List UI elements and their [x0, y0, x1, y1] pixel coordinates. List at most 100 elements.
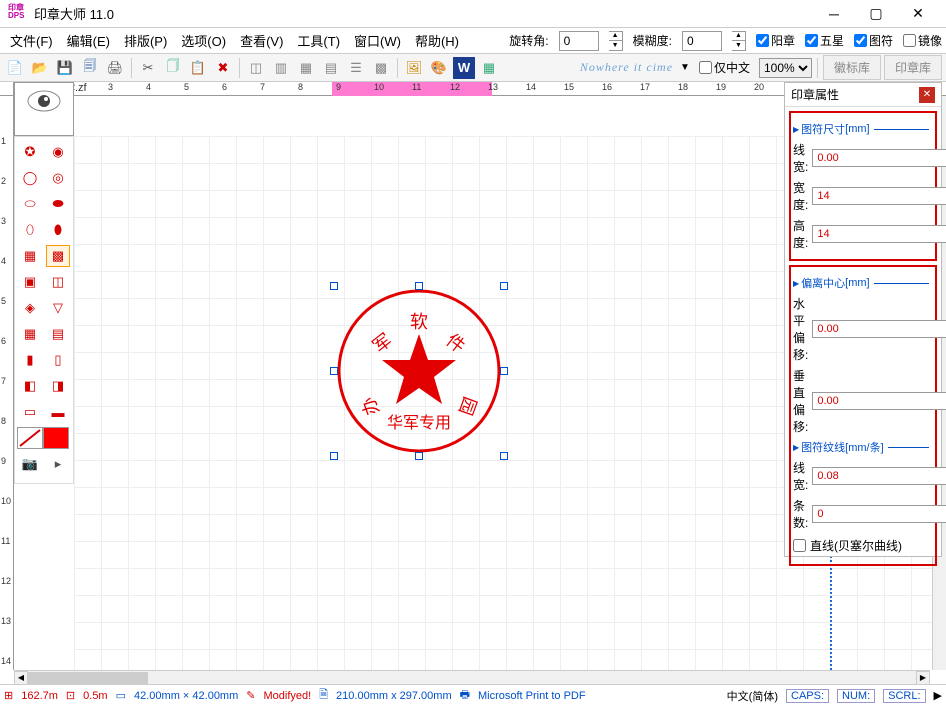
menu-edit[interactable]: 编辑(E) — [61, 27, 116, 54]
handle-tc[interactable] — [415, 282, 423, 290]
tool-half2[interactable]: ▬ — [46, 401, 70, 423]
save-icon[interactable]: 💾 — [54, 57, 76, 79]
blur-spinner[interactable]: ▲▼ — [732, 31, 746, 51]
voffset-input[interactable] — [812, 392, 946, 410]
left-toolbox: ✪◉ ◯◎ ⬭⬬ ⬯⬮ ▦▩ ▣◫ ◈▽ ▦▤ ▮▯ ◧◨ ▭▬ 📷▸ — [14, 136, 74, 484]
shape4-icon[interactable]: ▤ — [320, 57, 342, 79]
tool-oval1[interactable]: ⬯ — [18, 219, 42, 241]
tool-more[interactable]: ▸ — [46, 453, 70, 475]
tool-sq2[interactable]: ◨ — [46, 375, 70, 397]
tool-rect1[interactable]: ▣ — [18, 271, 42, 293]
seal-lib-button[interactable]: 印章库 — [884, 55, 942, 80]
height-input[interactable] — [812, 225, 946, 243]
width-input[interactable] — [812, 187, 946, 205]
tool-star[interactable]: ✪ — [18, 141, 42, 163]
handle-bc[interactable] — [415, 452, 423, 460]
opt-mirror[interactable]: 镜像 — [903, 32, 942, 49]
rotate-input[interactable] — [559, 31, 599, 51]
seal-object[interactable]: 军 软 件 园 办 华军专用 — [334, 286, 504, 456]
opt-yang[interactable]: 阳章 — [756, 32, 795, 49]
shape6-icon[interactable]: ▩ — [370, 57, 392, 79]
status-caps: CAPS: — [786, 689, 829, 703]
pal-icon[interactable]: 🎨 — [428, 57, 450, 79]
menubar: 文件(F) 编辑(E) 排版(P) 选项(O) 查看(V) 工具(T) 窗口(W… — [0, 28, 946, 54]
tool-grid2[interactable]: ▩ — [46, 245, 70, 267]
shape3-icon[interactable]: ▦ — [295, 57, 317, 79]
tool-grid3[interactable]: ▦ — [18, 323, 42, 345]
menu-view[interactable]: 查看(V) — [234, 27, 289, 54]
tool-oval2[interactable]: ⬮ — [46, 219, 70, 241]
tool-tri[interactable]: ▽ — [46, 297, 70, 319]
tool-grid1[interactable]: ▦ — [18, 245, 42, 267]
linewidth-input[interactable] — [812, 149, 946, 167]
delete-icon[interactable]: ✖ — [212, 57, 234, 79]
handle-mr[interactable] — [500, 367, 508, 375]
menu-window[interactable]: 窗口(W) — [348, 27, 407, 54]
copy-doc-icon[interactable]: 🗐 — [79, 57, 101, 79]
status-offset: 0.5m — [83, 690, 107, 702]
blur-label: 模糊度: — [633, 32, 672, 49]
badge-lib-button[interactable]: 徽标库 — [823, 55, 881, 80]
tool-ellipse2[interactable]: ⬬ — [46, 193, 70, 215]
zoom-select[interactable]: 100% — [759, 58, 812, 78]
handle-br[interactable] — [500, 452, 508, 460]
shape2-icon[interactable]: ▥ — [270, 57, 292, 79]
app-title: 印章大师 11.0 — [34, 4, 114, 23]
rotate-spinner[interactable]: ▲▼ — [609, 31, 623, 51]
new-icon[interactable]: 📄 — [4, 57, 26, 79]
bezier-check[interactable]: 直线(贝塞尔曲线) — [793, 537, 933, 554]
tool-half1[interactable]: ▭ — [18, 401, 42, 423]
tool-grid4[interactable]: ▤ — [46, 323, 70, 345]
svg-text:华军专用: 华军专用 — [387, 414, 451, 432]
tool-target[interactable]: ◉ — [46, 141, 70, 163]
menu-file[interactable]: 文件(F) — [4, 27, 59, 54]
minimize-button[interactable]: ─ — [814, 2, 854, 26]
color-red[interactable] — [43, 427, 69, 449]
only-cn[interactable]: 仅中文 — [699, 59, 750, 76]
menu-layout[interactable]: 排版(P) — [118, 27, 173, 54]
file-tab[interactable]: .zf — [75, 82, 87, 94]
tex-count-input[interactable] — [812, 505, 946, 523]
shape5-icon[interactable]: ☰ — [345, 57, 367, 79]
blur-input[interactable] — [682, 31, 722, 51]
handle-tl[interactable] — [330, 282, 338, 290]
panel-close-button[interactable]: ✕ — [919, 87, 935, 103]
print-icon[interactable]: 🖨 — [104, 57, 126, 79]
copy-icon[interactable]: 🗍 — [162, 57, 184, 79]
tex-linewidth-input[interactable] — [812, 467, 946, 485]
tool-cam[interactable]: 📷 — [18, 453, 42, 475]
paste-icon[interactable]: 📋 — [187, 57, 209, 79]
tool-col1[interactable]: ▮ — [18, 349, 42, 371]
mini-preview — [14, 82, 74, 136]
handle-ml[interactable] — [330, 367, 338, 375]
opt-symbol[interactable]: 图符 — [854, 32, 893, 49]
menu-tools[interactable]: 工具(T) — [291, 27, 346, 54]
tool-rect2[interactable]: ◫ — [46, 271, 70, 293]
menu-help[interactable]: 帮助(H) — [409, 27, 465, 54]
color-none[interactable] — [17, 427, 43, 449]
sec-offset: 偏离中心[mm] — [793, 275, 933, 291]
open-icon[interactable]: 📂 — [29, 57, 51, 79]
tool-ellipse1[interactable]: ⬭ — [18, 193, 42, 215]
cut-icon[interactable]: ✂ — [137, 57, 159, 79]
hoffset-input[interactable] — [812, 320, 946, 338]
w-icon[interactable]: W — [453, 57, 475, 79]
tool-circle1[interactable]: ◯ — [18, 167, 42, 189]
h-scrollbar[interactable]: ◀▶ — [14, 670, 930, 684]
tool-col2[interactable]: ▯ — [46, 349, 70, 371]
shape1-icon[interactable]: ◫ — [245, 57, 267, 79]
toolbar: 📄 📂 💾 🗐 🖨 ✂ 🗍 📋 ✖ ◫ ▥ ▦ ▤ ☰ ▩ 🖼 🎨 W ▦ No… — [0, 54, 946, 82]
tool-circle2[interactable]: ◎ — [46, 167, 70, 189]
tool-diamond[interactable]: ◈ — [18, 297, 42, 319]
handle-bl[interactable] — [330, 452, 338, 460]
statusbar: ⊞162.7m ⊡0.5m ▭42.00mm × 42.00mm ✎Modify… — [0, 684, 946, 706]
opt-star[interactable]: 五星 — [805, 32, 844, 49]
sec-texture: 图符纹线[mm/条] — [793, 439, 933, 455]
menu-options[interactable]: 选项(O) — [175, 27, 232, 54]
doc-icon[interactable]: ▦ — [478, 57, 500, 79]
maximize-button[interactable]: ▢ — [856, 2, 896, 26]
handle-tr[interactable] — [500, 282, 508, 290]
close-button[interactable]: ✕ — [898, 2, 938, 26]
img-icon[interactable]: 🖼 — [403, 57, 425, 79]
tool-sq1[interactable]: ◧ — [18, 375, 42, 397]
